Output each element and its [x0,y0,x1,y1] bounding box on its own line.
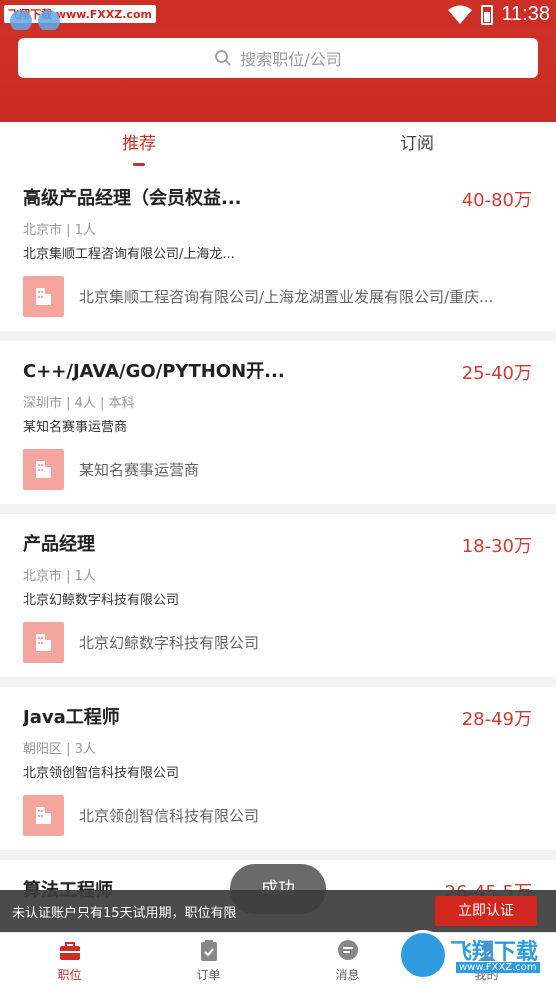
verify-now-button[interactable]: 立即认证 [435,896,537,926]
status-bar: 飞翔下载 www.FXXZ.com 11:38 [0,0,556,32]
brand-url: www.FXXZ.com [456,962,540,973]
tab-subscribe[interactable]: 订阅 [278,122,556,168]
job-title: 高级产品经理（会员权益... [23,188,242,209]
nav-item-messages[interactable]: 消息 [278,933,417,990]
job-company: 某知名赛事运营商 [23,420,128,435]
search-icon [215,50,231,66]
battery-icon [481,4,494,25]
job-meta: 北京市 | 1人 [23,569,96,584]
job-card[interactable]: Java工程师 28-49万 朝阳区 | 3人 北京领创智信科技有限公司 北京领… [0,687,556,850]
brand-watermark: 飞翔下载 www.FXXZ.com [398,928,548,984]
building-icon [23,275,64,317]
company-name: 某知名赛事运营商 [79,460,200,479]
job-card[interactable]: C++/JAVA/GO/PYTHON开... 25-40万 深圳市 | 4人 |… [0,341,556,504]
job-salary: 18-30万 [461,536,532,557]
job-salary: 25-40万 [461,363,532,384]
tab-bar: 推荐 订阅 [0,122,556,168]
clock: 11:38 [501,3,550,25]
notification-bubble-icon [38,10,60,32]
job-company: 北京领创智信科技有限公司 [23,766,180,781]
nav-item-jobs[interactable]: 职位 [0,933,139,990]
job-title: C++/JAVA/GO/PYTHON开... [23,361,285,382]
job-meta: 朝阳区 | 3人 [23,742,96,757]
job-meta: 北京市 | 1人 [23,223,96,238]
job-salary: 40-80万 [461,190,532,211]
company-row[interactable]: 北京领创智信科技有限公司 [23,794,533,836]
job-title: Java工程师 [23,707,120,728]
nav-label: 消息 [335,968,360,982]
nav-item-orders[interactable]: 订单 [139,933,278,990]
clipboard-icon [200,940,217,961]
job-card[interactable]: 产品经理 18-30万 北京市 | 1人 北京幻鲸数字科技有限公司 北京幻鲸数字… [0,514,556,677]
job-title: 产品经理 [23,534,95,555]
notification-bubble-icon [10,10,32,32]
nav-label: 订单 [196,968,221,982]
job-card[interactable]: 高级产品经理（会员权益... 40-80万 北京市 | 1人 北京集顺工程咨询有… [0,168,556,331]
company-name: 北京幻鲸数字科技有限公司 [79,633,260,652]
building-icon [23,794,64,836]
briefcase-icon [59,942,80,960]
search-input[interactable]: 搜索职位/公司 [18,38,538,78]
notice-text: 未认证账户只有15天试用期，职位有限 [12,905,237,921]
company-row[interactable]: 北京集顺工程咨询有限公司/上海龙湖置业发展有限公司/重庆... [23,275,533,317]
nav-label: 职位 [57,968,82,982]
building-icon [23,621,64,663]
status-icons: 11:38 [447,3,550,26]
company-name: 北京领创智信科技有限公司 [79,806,260,825]
job-company: 北京集顺工程咨询有限公司/上海龙... [23,247,235,262]
wifi-icon [448,5,473,24]
company-row[interactable]: 某知名赛事运营商 [23,448,533,490]
company-row[interactable]: 北京幻鲸数字科技有限公司 [23,621,533,663]
brand-logo-icon [398,930,448,980]
header: 搜索职位/公司 [0,30,556,122]
company-name: 北京集顺工程咨询有限公司/上海龙湖置业发展有限公司/重庆... [79,287,494,306]
chat-icon [337,940,358,960]
tab-recommend[interactable]: 推荐 [0,122,278,168]
job-company: 北京幻鲸数字科技有限公司 [23,593,180,608]
job-meta: 深圳市 | 4人 | 本科 [23,396,135,411]
search-placeholder: 搜索职位/公司 [240,50,342,69]
verification-notice: 未认证账户只有15天试用期，职位有限 立即认证 [0,890,556,932]
job-salary: 28-49万 [461,709,532,730]
building-icon [23,448,64,490]
